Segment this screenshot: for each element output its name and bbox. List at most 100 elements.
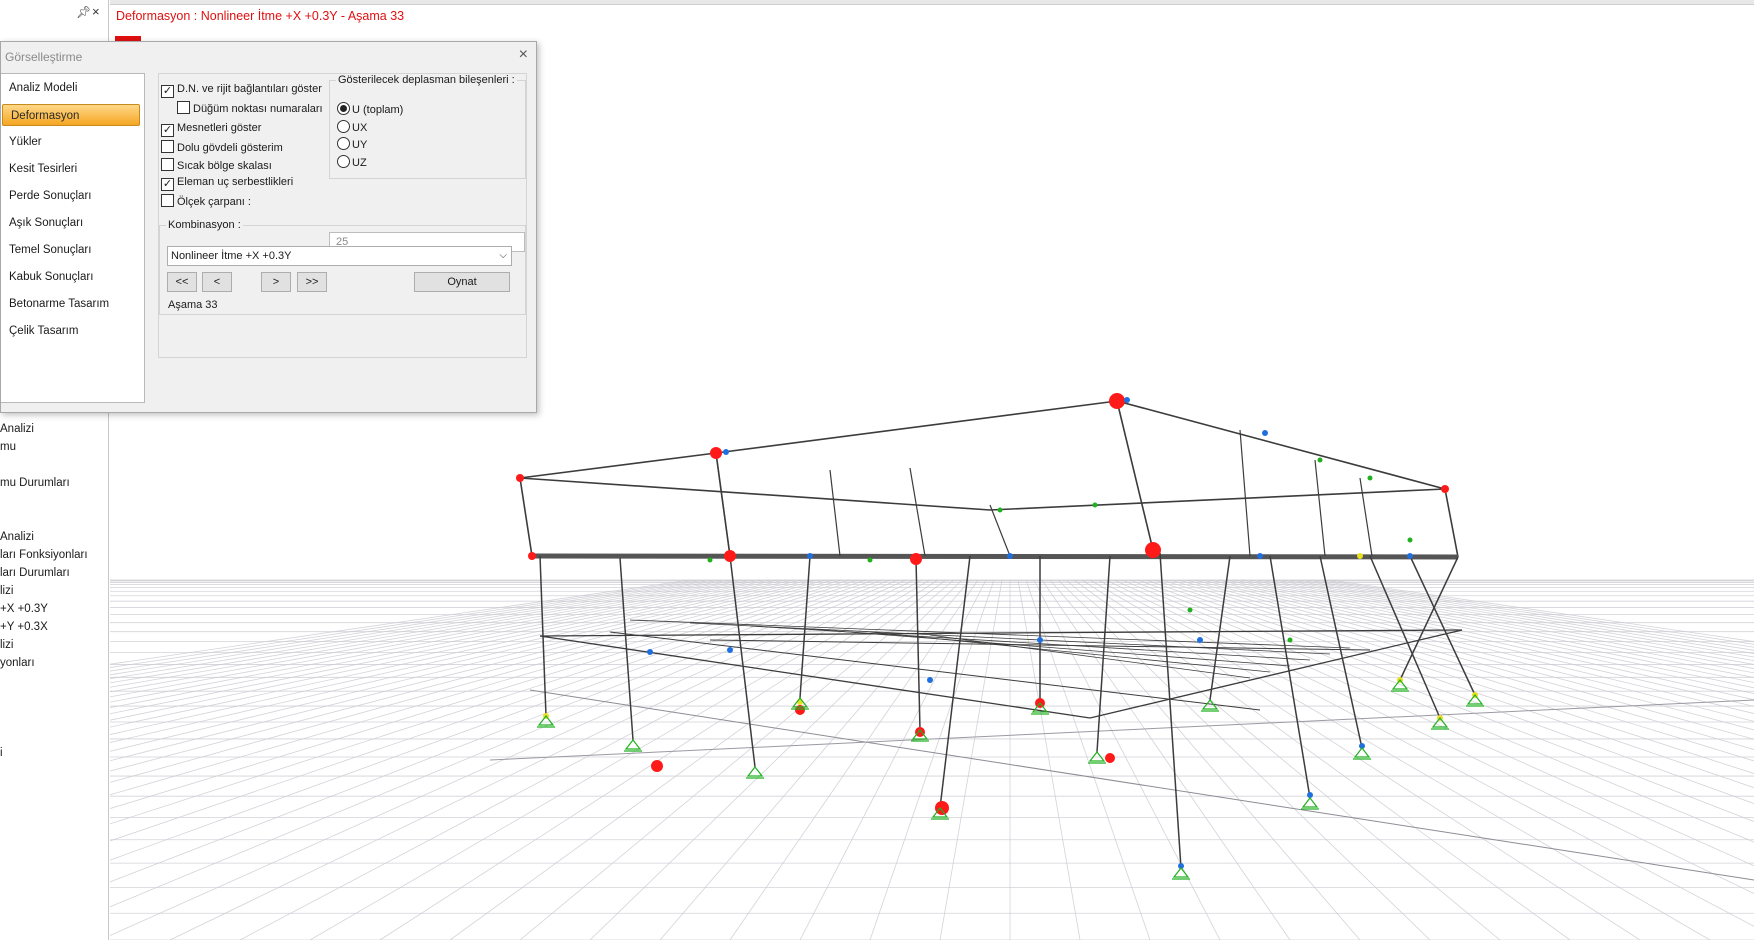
frame-member xyxy=(909,467,926,557)
visualization-category-list: Analiz Modeli Deformasyon Yükler Kesit T… xyxy=(1,73,145,403)
checkbox-box[interactable] xyxy=(161,140,174,153)
tree-item[interactable]: mu xyxy=(0,441,16,453)
combination-group-legend: Kombinasyon : xyxy=(168,219,241,231)
stage-label: Aşama 33 xyxy=(168,299,218,311)
support-symbol xyxy=(1201,699,1219,712)
radio-dot[interactable] xyxy=(337,155,350,168)
frame-node xyxy=(1262,430,1268,436)
frame-node xyxy=(1407,553,1413,559)
frame-node xyxy=(1145,542,1161,558)
frame-member xyxy=(1314,459,1326,557)
frame-node xyxy=(1037,637,1043,643)
tree-item[interactable]: lizi xyxy=(0,585,13,597)
frame-node xyxy=(528,552,536,560)
frame-node xyxy=(710,447,722,459)
radio-u-total[interactable]: U (toplam) xyxy=(337,102,403,116)
radio-dot[interactable] xyxy=(337,137,350,150)
tree-item[interactable]: lizi xyxy=(0,639,13,651)
tree-item[interactable]: Analizi xyxy=(0,423,34,435)
show-dn-rigid-checkbox[interactable]: ✓ D.N. ve rijit bağlantıları göster xyxy=(161,83,322,98)
displacement-group-legend: Gösterilecek deplasman bileşenleri : xyxy=(338,74,515,86)
solid-display-checkbox[interactable]: Dolu gövdeli gösterim xyxy=(161,140,283,154)
radio-dot[interactable] xyxy=(337,102,350,115)
frame-node xyxy=(915,727,925,737)
grid-line xyxy=(1313,579,1754,648)
grid-line xyxy=(1145,579,1754,789)
frame-member xyxy=(1116,400,1446,490)
nav-item-perde-sonuclari[interactable]: Perde Sonuçları xyxy=(1,185,141,207)
viewport-tab-strip xyxy=(110,0,1754,5)
frame-node xyxy=(1187,607,1193,613)
grid-line xyxy=(1321,579,1754,645)
tree-item[interactable]: i xyxy=(0,747,3,759)
tree-item[interactable]: +X +0.3Y xyxy=(0,603,48,615)
next-step-button[interactable]: > xyxy=(261,272,291,292)
close-icon[interactable]: × xyxy=(92,5,100,18)
grid-line xyxy=(110,579,859,810)
nav-item-kabuk-sonuclari[interactable]: Kabuk Sonuçları xyxy=(1,266,141,288)
frame-member xyxy=(869,631,1271,673)
last-step-button[interactable]: >> xyxy=(297,272,327,292)
radio-dot[interactable] xyxy=(337,120,350,133)
frame-node xyxy=(867,557,873,563)
checkbox-box[interactable]: ✓ xyxy=(161,124,174,137)
tree-item[interactable]: mu Durumları xyxy=(0,477,70,489)
pin-icon[interactable]: 📌︎ xyxy=(76,6,91,18)
frame-node xyxy=(727,647,733,653)
node-numbers-checkbox[interactable]: Düğüm noktası numaraları xyxy=(177,101,323,115)
frame-node xyxy=(1357,553,1363,559)
nav-item-betonarme-tasarim[interactable]: Betonarme Tasarım xyxy=(1,293,141,315)
frame-member xyxy=(939,555,971,809)
chevron-down-icon[interactable]: ⌵ xyxy=(499,247,507,265)
frame-node xyxy=(935,801,949,815)
frame-node xyxy=(647,649,653,655)
nav-item-deformasyon[interactable]: Deformasyon xyxy=(2,104,140,126)
support-symbol xyxy=(624,739,642,752)
nav-item-temel-sonuclari[interactable]: Temel Sonuçları xyxy=(1,239,141,261)
grid-line xyxy=(110,579,747,693)
heat-scale-checkbox[interactable]: Sıcak bölge skalası xyxy=(161,158,272,172)
tree-item[interactable]: +Y +0.3X xyxy=(0,621,48,633)
checkbox-box[interactable] xyxy=(177,101,190,114)
frame-node xyxy=(1109,393,1125,409)
radio-ux[interactable]: UX xyxy=(337,120,367,134)
tree-item[interactable]: yonları xyxy=(0,657,35,669)
prev-step-button[interactable]: < xyxy=(202,272,232,292)
end-releases-checkbox[interactable]: ✓ Eleman uç serbestlikleri xyxy=(161,176,293,191)
first-step-button[interactable]: << xyxy=(167,272,197,292)
checkbox-box[interactable]: ✓ xyxy=(161,178,174,191)
nav-item-celik-tasarim[interactable]: Çelik Tasarım xyxy=(1,320,141,342)
radio-uz[interactable]: UZ xyxy=(337,155,367,169)
checkbox-box[interactable] xyxy=(161,158,174,171)
checkbox-box[interactable] xyxy=(161,194,174,207)
tree-item[interactable]: ları Durumları xyxy=(0,567,70,579)
nav-item-analiz-modeli[interactable]: Analiz Modeli xyxy=(1,77,141,99)
radio-uy[interactable]: UY xyxy=(337,137,367,151)
tree-item[interactable]: ları Fonksiyonları xyxy=(0,549,88,561)
support-symbol xyxy=(1301,797,1319,810)
play-button[interactable]: Oynat xyxy=(414,272,510,292)
tree-item[interactable]: Analizi xyxy=(0,531,34,543)
show-supports-checkbox[interactable]: ✓ Mesnetleri göster xyxy=(161,122,261,137)
checkbox-box[interactable]: ✓ xyxy=(161,85,174,98)
nav-item-kesit-tesirleri[interactable]: Kesit Tesirleri xyxy=(1,158,141,180)
nav-item-yukler[interactable]: Yükler xyxy=(1,131,141,153)
support-symbols xyxy=(537,679,1484,880)
frame-slab-edge xyxy=(531,553,1459,560)
close-icon[interactable]: × xyxy=(519,46,528,64)
grid-line xyxy=(1233,579,1754,689)
grid-line xyxy=(1257,579,1754,674)
frame-member xyxy=(715,400,1118,454)
frame-node xyxy=(723,449,729,455)
frame-node xyxy=(516,474,524,482)
frame-node xyxy=(1317,457,1323,463)
frame-member xyxy=(519,452,717,479)
combination-select[interactable]: Nonlineer İtme +X +0.3Y ⌵ xyxy=(167,246,512,266)
scale-factor-checkbox[interactable]: Ölçek çarpanı : xyxy=(161,194,251,208)
frame-member xyxy=(715,452,731,557)
viewport-title: Deformasyon : Nonlineer İtme +X +0.3Y - … xyxy=(116,9,405,23)
grid-line xyxy=(1033,579,1221,940)
nav-item-asik-sonuclari[interactable]: Aşık Sonuçları xyxy=(1,212,141,234)
support-symbol xyxy=(1353,747,1371,760)
grid-line xyxy=(110,579,787,721)
